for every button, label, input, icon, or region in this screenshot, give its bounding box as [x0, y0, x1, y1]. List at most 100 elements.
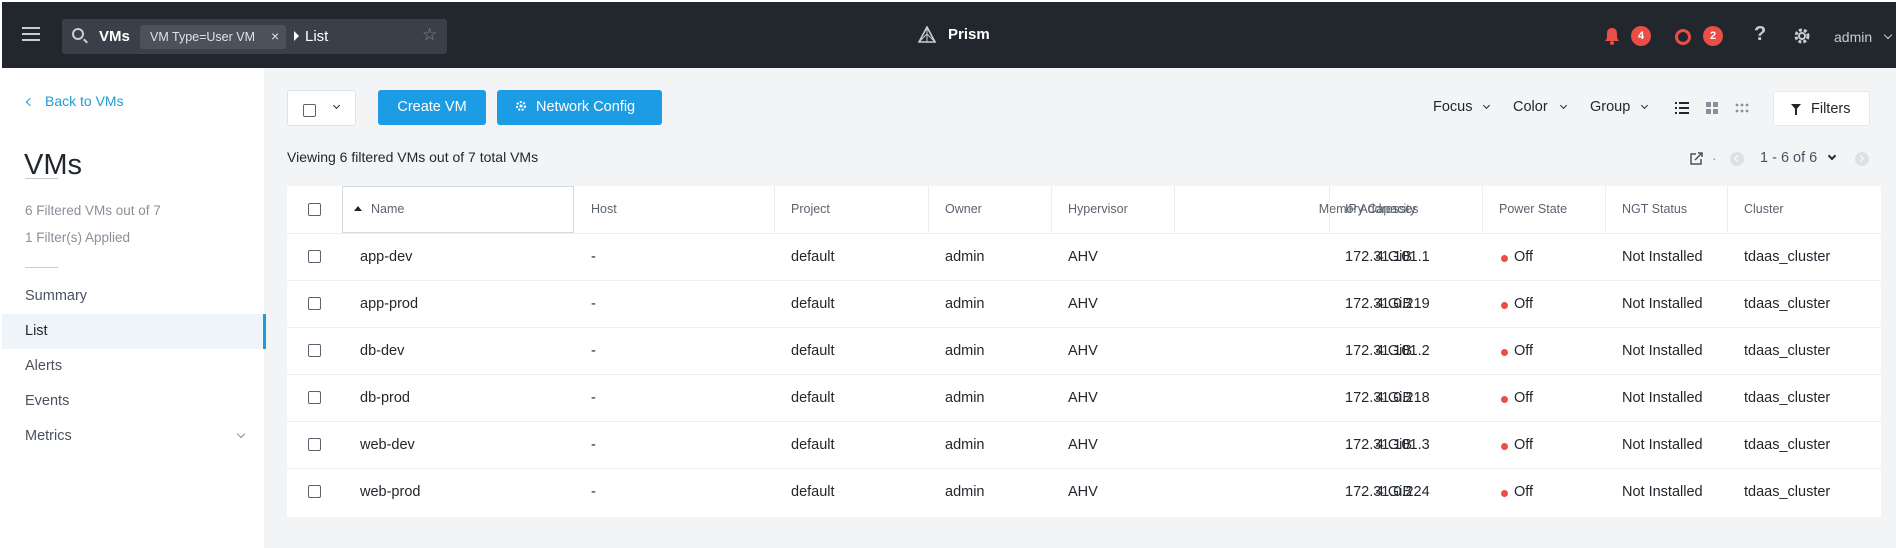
focus-dropdown[interactable]: Focus: [1433, 99, 1473, 115]
group-dropdown[interactable]: Group: [1590, 99, 1630, 115]
column-header-host[interactable]: Host: [591, 186, 617, 233]
column-header-project[interactable]: Project: [791, 186, 830, 233]
vm-name-cell[interactable]: web-dev: [360, 422, 415, 469]
search-context[interactable]: VMs: [99, 28, 130, 45]
vm-name-cell[interactable]: db-prod: [360, 375, 410, 422]
chevron-down-icon[interactable]: [1482, 101, 1491, 110]
chevron-down-icon[interactable]: [1883, 30, 1893, 40]
sidebar-item-alerts[interactable]: Alerts: [2, 349, 266, 384]
hypervisor-cell: AHV: [1068, 437, 1098, 453]
table-row[interactable]: web-prod - default admin AHV 4 GiB 172.31.0.22…: [287, 468, 1881, 515]
divider: [25, 178, 58, 179]
export-icon[interactable]: [1690, 152, 1703, 165]
table-row[interactable]: web-dev - default admin AHV 4 GiB 172.31.101.3…: [287, 421, 1881, 468]
project-cell: default: [791, 296, 835, 312]
host-cell: -: [591, 296, 596, 312]
row-checkbox[interactable]: [308, 438, 321, 451]
column-divider: [1329, 186, 1330, 233]
vm-name-cell[interactable]: web-prod: [360, 469, 420, 516]
color-dropdown[interactable]: Color: [1513, 99, 1548, 115]
cluster-cell: tdaas_cluster: [1744, 484, 1831, 500]
column-divider: [1051, 186, 1052, 233]
cluster-cell: tdaas_cluster: [1744, 249, 1831, 265]
table-row[interactable]: app-prod - default admin AHV 4 GiB 172.31.0.21…: [287, 280, 1881, 327]
project-cell: default: [791, 390, 835, 406]
sort-ascending-icon[interactable]: [354, 206, 362, 211]
chevron-down-icon[interactable]: [332, 101, 341, 110]
sidebar-item-events[interactable]: Events: [2, 384, 266, 419]
create-vm-button[interactable]: Create VM: [378, 90, 486, 125]
column-header-cluster[interactable]: Cluster: [1744, 186, 1784, 233]
column-divider: [774, 186, 775, 233]
hypervisor-cell: AHV: [1068, 343, 1098, 359]
power-off-status-dot: [1501, 302, 1508, 309]
sidebar-item-list[interactable]: List: [2, 314, 266, 349]
vm-name-cell[interactable]: app-dev: [360, 234, 412, 281]
table-row[interactable]: db-prod - default admin AHV 4 GiB 172.31.0.218…: [287, 374, 1881, 421]
column-header-hypervisor[interactable]: Hypervisor: [1068, 186, 1128, 233]
grid-view-icon[interactable]: [1706, 102, 1718, 114]
header-checkbox[interactable]: [308, 203, 321, 216]
vm-name-cell[interactable]: db-dev: [360, 328, 404, 375]
back-link[interactable]: Back to VMs: [45, 93, 124, 109]
menu-icon[interactable]: [22, 27, 40, 41]
power-off-status-dot: [1501, 255, 1508, 262]
select-all-checkbox[interactable]: [303, 104, 316, 117]
filters-button[interactable]: Filters: [1773, 91, 1870, 126]
search-bar[interactable]: VMs VM Type=User VM × List ☆: [62, 19, 447, 54]
bell-icon[interactable]: [1603, 26, 1621, 46]
filter-chip[interactable]: VM Type=User VM ×: [140, 25, 286, 49]
sidebar-item-summary[interactable]: Summary: [2, 279, 266, 314]
ip-address-cell: 172.31.0.218: [1345, 390, 1430, 406]
tile-view-icon[interactable]: [1735, 102, 1749, 114]
power-off-status-dot: [1501, 443, 1508, 450]
gear-icon[interactable]: [1792, 26, 1812, 46]
cluster-cell: tdaas_cluster: [1744, 390, 1831, 406]
column-header-name[interactable]: Name: [371, 186, 404, 233]
prism-logo-icon: [918, 26, 936, 43]
column-header-owner[interactable]: Owner: [945, 186, 982, 233]
chevron-down-icon[interactable]: [1559, 101, 1568, 110]
alerts-badge[interactable]: 4: [1631, 26, 1651, 46]
row-checkbox[interactable]: [308, 344, 321, 357]
column-header-power-state[interactable]: Power State: [1499, 186, 1567, 233]
power-state-cell: Off: [1514, 296, 1534, 312]
filter-chip-label: VM Type=User VM: [150, 30, 256, 44]
select-all-dropdown[interactable]: [287, 90, 356, 126]
power-off-status-dot: [1501, 396, 1508, 403]
network-config-button[interactable]: Network Config: [497, 90, 662, 125]
task-ring-icon[interactable]: [1675, 29, 1691, 45]
list-view-icon[interactable]: [1675, 102, 1689, 114]
sidebar-item-metrics[interactable]: Metrics: [2, 419, 266, 454]
owner-cell: admin: [945, 484, 985, 500]
top-bar: VMs VM Type=User VM × List ☆ Prism 4 2 ?…: [0, 0, 1896, 68]
chevron-down-icon[interactable]: [1640, 101, 1649, 110]
table-row[interactable]: app-dev - default admin AHV 4 GiB 172.31.101.1…: [287, 233, 1881, 280]
vm-name-cell[interactable]: app-prod: [360, 281, 418, 328]
vm-table: Name Host Project Owner Hypervisor Memor…: [287, 186, 1881, 517]
chevron-left-icon[interactable]: [25, 97, 35, 107]
row-checkbox[interactable]: [308, 297, 321, 310]
app-name: Prism: [948, 26, 990, 43]
help-icon[interactable]: ?: [1754, 23, 1766, 46]
power-state-cell: Off: [1514, 437, 1534, 453]
table-row[interactable]: db-dev - default admin AHV 4 GiB 172.31.101.2 O…: [287, 327, 1881, 374]
column-header-ngt-status[interactable]: NGT Status: [1622, 186, 1687, 233]
column-divider: [1482, 186, 1483, 233]
power-state-cell: Off: [1514, 484, 1534, 500]
filters-label: Filters: [1811, 101, 1851, 117]
user-menu[interactable]: admin: [1834, 29, 1872, 45]
prev-page-icon[interactable]: [1730, 152, 1744, 166]
row-checkbox[interactable]: [308, 250, 321, 263]
row-checkbox[interactable]: [308, 391, 321, 404]
page-size-chevron-icon[interactable]: [1827, 151, 1837, 161]
view-crumb[interactable]: List: [305, 28, 328, 45]
next-page-icon[interactable]: [1855, 152, 1869, 166]
ip-address-cell: 172.31.101.3: [1345, 437, 1430, 453]
tasks-badge[interactable]: 2: [1703, 26, 1723, 46]
star-icon[interactable]: ☆: [422, 25, 437, 45]
column-header-ip[interactable]: IP Addresses: [1345, 186, 1418, 233]
column-divider: [928, 186, 929, 233]
filter-chip-close-icon[interactable]: ×: [271, 28, 279, 44]
row-checkbox[interactable]: [308, 485, 321, 498]
